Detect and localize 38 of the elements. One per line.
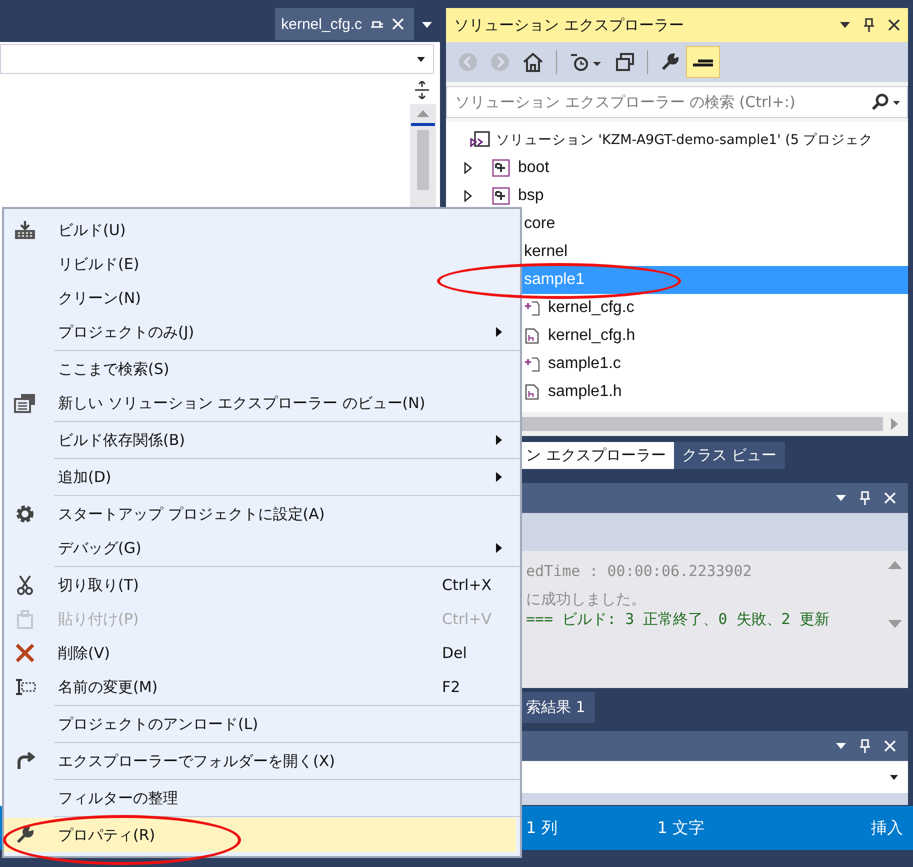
tree-item-label: boot xyxy=(518,159,550,177)
output-line: === ビルド: 3 正常終了、0 失敗、2 更新 xyxy=(526,609,830,629)
menu-item[interactable]: スタートアップ プロジェクトに設定(A) xyxy=(4,497,516,531)
shortcut-text: Ctrl+V xyxy=(442,610,492,628)
status-text: 挿入 xyxy=(871,818,903,838)
output-line: edTime : 00:00:06.2233902 xyxy=(526,561,753,581)
menu-item[interactable]: プロジェクトのアンロード(L) xyxy=(4,707,516,741)
menu-item[interactable]: エクスプローラーでフォルダーを開く(X) xyxy=(4,744,516,778)
tree-item-label: ソリューション 'KZM-A9GT-demo-sample1' (5 プロジェク xyxy=(496,131,874,149)
shortcut-text: F2 xyxy=(442,678,460,696)
menu-item[interactable]: 切り取り(T) Ctrl+X xyxy=(4,568,516,602)
status-text: 1 列 xyxy=(526,818,558,838)
panel-tab[interactable]: クラス ビュー xyxy=(674,442,785,469)
tree-item-label: sample1 xyxy=(524,271,584,289)
tree-item[interactable]: boot xyxy=(446,154,908,182)
tree-item-label: kernel_cfg.h xyxy=(548,327,636,345)
panel-title: ソリューション エクスプローラー xyxy=(454,16,684,34)
tree-item-label: bsp xyxy=(518,187,544,205)
tree-item-label: kernel_cfg.c xyxy=(548,299,634,317)
menu-item[interactable]: プロパティ(R) xyxy=(4,818,516,852)
tab-title: kernel_cfg.c xyxy=(281,16,362,32)
tree-item[interactable]: bsp xyxy=(446,182,908,210)
menu-item[interactable]: フィルターの整理 xyxy=(4,781,516,815)
tree-item-label: sample1.c xyxy=(548,355,621,373)
tree-item[interactable]: ソリューション 'KZM-A9GT-demo-sample1' (5 プロジェク xyxy=(446,126,908,154)
shortcut-text: Del xyxy=(442,644,467,662)
shortcut-text: Ctrl+X xyxy=(442,576,492,594)
menu-item[interactable]: デバッグ(G) xyxy=(4,531,516,565)
output-line: に成功しました。 xyxy=(526,589,647,609)
tree-item-label: core xyxy=(524,215,556,233)
menu-item[interactable]: ビルド(U) xyxy=(4,213,516,247)
tree-item-label: kernel xyxy=(524,243,568,261)
tree-item-label: sample1.h xyxy=(548,383,622,401)
document-tab[interactable]: kernel_cfg.c xyxy=(275,8,414,40)
menu-item[interactable]: 削除(V) Del xyxy=(4,636,516,670)
menu-item[interactable]: 名前の変更(M) F2 xyxy=(4,670,516,704)
search-field[interactable]: ソリューション エクスプローラー の検索 (Ctrl+:) xyxy=(446,86,908,118)
status-text: 1 文字 xyxy=(657,818,705,838)
